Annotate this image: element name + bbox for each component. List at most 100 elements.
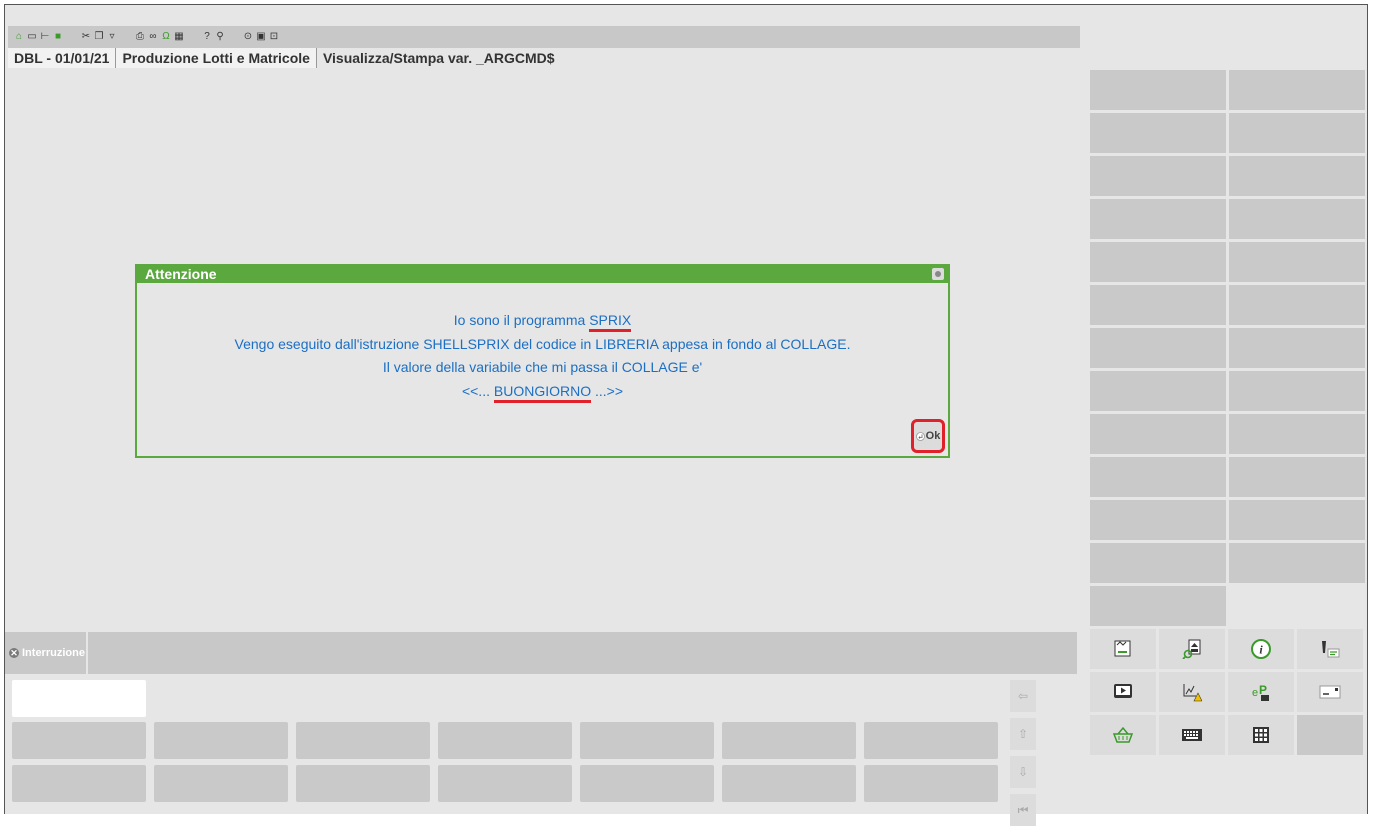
omega-icon[interactable]: Ω: [161, 32, 171, 42]
signature-button[interactable]: [1297, 629, 1363, 669]
search-document-icon: [1182, 639, 1201, 659]
search-document-button[interactable]: [1159, 629, 1225, 669]
ep-lock-icon: eP: [1252, 683, 1269, 701]
first-page-button[interactable]: ⏮: [1010, 794, 1036, 826]
function-key[interactable]: [1090, 371, 1226, 411]
function-key[interactable]: [1090, 414, 1226, 454]
dialog-close-button[interactable]: [932, 268, 944, 280]
function-key[interactable]: [1090, 156, 1226, 196]
paste-icon[interactable]: ▿: [107, 32, 117, 42]
variable-value-highlight: BUONGIORNO: [493, 382, 592, 403]
document-transfer-button[interactable]: [1090, 629, 1156, 669]
function-key[interactable]: [1090, 242, 1226, 282]
function-key[interactable]: [1090, 199, 1226, 239]
print-icon[interactable]: ⎙: [135, 32, 145, 42]
message-line-4: <<... BUONGIORNO ...>>: [137, 380, 948, 404]
new-doc-icon[interactable]: ▭: [27, 32, 37, 42]
bottom-key[interactable]: [12, 765, 146, 802]
help-icon[interactable]: ?: [202, 32, 212, 42]
book-icon[interactable]: ■: [53, 32, 63, 42]
ep-lock-button[interactable]: eP: [1228, 672, 1294, 712]
message-text: <<...: [461, 382, 494, 399]
interrupt-button[interactable]: ✕ Interruzione: [5, 632, 88, 674]
tree-icon[interactable]: ⊢: [40, 32, 50, 42]
grid-button[interactable]: [1228, 715, 1294, 755]
function-key[interactable]: [1090, 500, 1226, 540]
function-key[interactable]: [1090, 586, 1226, 626]
ok-button[interactable]: Ok: [911, 419, 945, 453]
tabs-spacer: [555, 48, 1080, 68]
bottom-key[interactable]: [864, 722, 998, 759]
info-icon: i: [1251, 639, 1271, 659]
function-key[interactable]: [1090, 457, 1226, 497]
chart-warning-button[interactable]: [1159, 672, 1225, 712]
tab-current[interactable]: Visualizza/Stampa var. _ARGCMD$: [316, 48, 573, 68]
message-text: Io sono il programma: [453, 312, 590, 328]
copy-icon[interactable]: ❐: [94, 32, 104, 42]
bottom-key[interactable]: [864, 765, 998, 802]
bottom-key[interactable]: [580, 765, 714, 802]
tab-company[interactable]: DBL - 01/01/21: [8, 48, 117, 68]
bottom-key[interactable]: [296, 722, 430, 759]
bottom-key-grid: [12, 722, 998, 802]
record-icon[interactable]: ⊙: [243, 32, 253, 42]
function-key[interactable]: [1229, 113, 1365, 153]
function-key[interactable]: [1229, 414, 1365, 454]
bottom-key[interactable]: [438, 765, 572, 802]
bottom-key[interactable]: [438, 722, 572, 759]
image-icon[interactable]: ⊡: [269, 32, 279, 42]
monitor-icon[interactable]: ▣: [256, 32, 266, 42]
function-key[interactable]: [1090, 328, 1226, 368]
function-key[interactable]: [1229, 543, 1365, 583]
link-icon[interactable]: ∞: [148, 32, 158, 42]
function-key[interactable]: [1229, 285, 1365, 325]
function-key-panel: i eP: [1090, 70, 1366, 755]
arrow-down-button[interactable]: ⇩: [1010, 756, 1036, 788]
message-line-2: Vengo eseguito dall'istruzione SHELLSPRI…: [234, 335, 851, 352]
help-search-icon[interactable]: ⚲: [215, 32, 225, 42]
tab-module[interactable]: Produzione Lotti e Matricole: [116, 48, 317, 68]
function-key[interactable]: [1229, 70, 1365, 110]
video-play-icon: [1114, 684, 1132, 698]
interrupt-label: Interruzione: [22, 647, 85, 659]
function-key[interactable]: [1229, 500, 1365, 540]
bottom-key[interactable]: [580, 722, 714, 759]
first-page-icon: ⏮: [1017, 802, 1029, 817]
function-key[interactable]: [1229, 371, 1365, 411]
function-key[interactable]: [1229, 242, 1365, 282]
bottom-key[interactable]: [296, 765, 430, 802]
function-key[interactable]: [1229, 457, 1365, 497]
arrow-left-button[interactable]: ⇦: [1010, 680, 1036, 712]
calculator-icon[interactable]: ▦: [174, 32, 184, 42]
function-key[interactable]: [1090, 543, 1226, 583]
svg-text:P: P: [1259, 683, 1267, 697]
main-toolbar: ⌂ ▭ ⊢ ■ ✂ ❐ ▿ ⎙ ∞ Ω ▦ ? ⚲ ⊙ ▣ ⊡: [8, 26, 1080, 48]
attention-dialog: Attenzione Io sono il programma SPRIX Ve…: [135, 264, 950, 458]
keyboard-icon: [1182, 729, 1202, 741]
command-input[interactable]: [12, 680, 146, 717]
bottom-key[interactable]: [154, 765, 288, 802]
function-key[interactable]: [1090, 113, 1226, 153]
program-name-highlight: SPRIX: [589, 312, 632, 332]
signature-pen-icon: [1322, 641, 1340, 658]
arrow-up-button[interactable]: ⇧: [1010, 718, 1036, 750]
function-key[interactable]: [1229, 156, 1365, 196]
bottom-key[interactable]: [722, 722, 856, 759]
function-key[interactable]: [1229, 199, 1365, 239]
basket-button[interactable]: [1090, 715, 1156, 755]
function-key[interactable]: [1090, 70, 1226, 110]
page-scroll-controls: ⇦ ⇧ ⇩ ⏮: [1010, 680, 1036, 826]
bottom-key[interactable]: [154, 722, 288, 759]
home-icon[interactable]: ⌂: [14, 32, 24, 42]
cut-icon[interactable]: ✂: [81, 32, 91, 42]
function-key[interactable]: [1090, 285, 1226, 325]
keyboard-button[interactable]: [1159, 715, 1225, 755]
card-button[interactable]: [1297, 672, 1363, 712]
video-button[interactable]: [1090, 672, 1156, 712]
info-button[interactable]: i: [1228, 629, 1294, 669]
bottom-key[interactable]: [722, 765, 856, 802]
bottom-key[interactable]: [12, 722, 146, 759]
arrow-up-icon: ⇧: [1017, 727, 1029, 741]
cancel-icon: ✕: [9, 648, 19, 658]
function-key[interactable]: [1229, 328, 1365, 368]
